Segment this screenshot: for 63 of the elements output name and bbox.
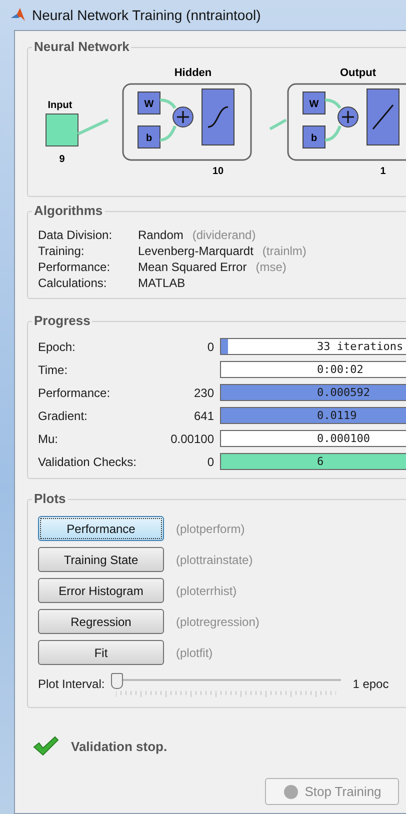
progress-label: Validation Checks: [38, 454, 138, 468]
panel-title: Plots [32, 491, 68, 506]
matlab-logo-icon [10, 7, 26, 23]
plot-button[interactable]: Regression [38, 609, 164, 634]
plot-button[interactable]: Error Histogram [38, 578, 164, 603]
algorithm-label: Data Division: [38, 228, 114, 242]
progress-label: Gradient: [38, 408, 88, 422]
start-value: 0 [206, 340, 214, 354]
start-value: 0 [206, 454, 214, 468]
plot-button[interactable]: Performance [38, 516, 164, 541]
plot-button[interactable]: Training State [38, 547, 164, 572]
plot-function: (ploterrhist) [176, 584, 237, 598]
weight-block: W [138, 92, 160, 114]
progress-reading: 6 [317, 455, 324, 468]
start-value: 230 [192, 386, 214, 400]
start-value: 0.00100 [170, 432, 214, 446]
plot-interval-label: Plot Interval: [38, 677, 105, 691]
algorithm-value: Levenberg-Marquardt (trainlm) [138, 244, 308, 258]
checkmark-icon [33, 736, 59, 756]
slider-thumb[interactable] [110, 673, 123, 689]
progress-reading: 0.0119 [317, 409, 357, 422]
input-label: Input [48, 100, 72, 111]
layer-size: 10 [212, 166, 224, 177]
start-value: 641 [192, 408, 214, 422]
status-message: Validation stop. [71, 738, 168, 754]
algorithm-label: Calculations: [38, 276, 108, 290]
plot-function: (plottrainstate) [176, 552, 253, 566]
plot-function: (plotregression) [176, 614, 260, 628]
layer-name: Output [340, 67, 376, 79]
algorithm-value: Mean Squared Error (mse) [138, 260, 288, 274]
layer-name: Hidden [174, 67, 212, 79]
plot-function: (plotfit) [176, 646, 213, 660]
plot-button[interactable]: Fit [38, 640, 164, 665]
input-block [46, 114, 78, 146]
panel-title: Neural Network [32, 39, 132, 54]
progress-label: Time: [38, 362, 69, 376]
algorithm-label: Performance: [38, 260, 112, 274]
input-size: 9 [59, 154, 65, 165]
algorithm-value: Random (dividerand) [138, 228, 257, 242]
connector-line [324, 98, 342, 142]
window-title: Neural Network Training (nntraintool) [32, 7, 261, 23]
algorithm-label: Training: [38, 244, 86, 258]
weight-block: W [302, 92, 326, 114]
bias-block: b [302, 126, 326, 148]
layer-size: 1 [380, 166, 386, 177]
progress-label: Epoch: [38, 340, 76, 354]
progress-reading: 0.000592 [317, 386, 370, 399]
bias-block: b [138, 126, 160, 148]
transfer-function-icon [366, 88, 400, 146]
transfer-function-icon [202, 88, 234, 146]
connector-line [158, 98, 176, 142]
panel-title: Progress [32, 313, 92, 328]
progress-label: Mu: [38, 432, 60, 446]
algorithm-value: MATLAB [138, 276, 186, 290]
plot-interval-slider[interactable] [110, 673, 341, 699]
stop-icon [282, 784, 299, 800]
plot-interval-value: 1 epoc [352, 677, 389, 691]
progress-reading: 33 iterations [317, 340, 404, 353]
plot-function: (plotperform) [176, 522, 245, 536]
sum-icon [172, 106, 194, 128]
panel-title: Algorithms [32, 203, 105, 218]
progress-label: Performance: [38, 386, 112, 400]
sum-icon [338, 106, 358, 128]
